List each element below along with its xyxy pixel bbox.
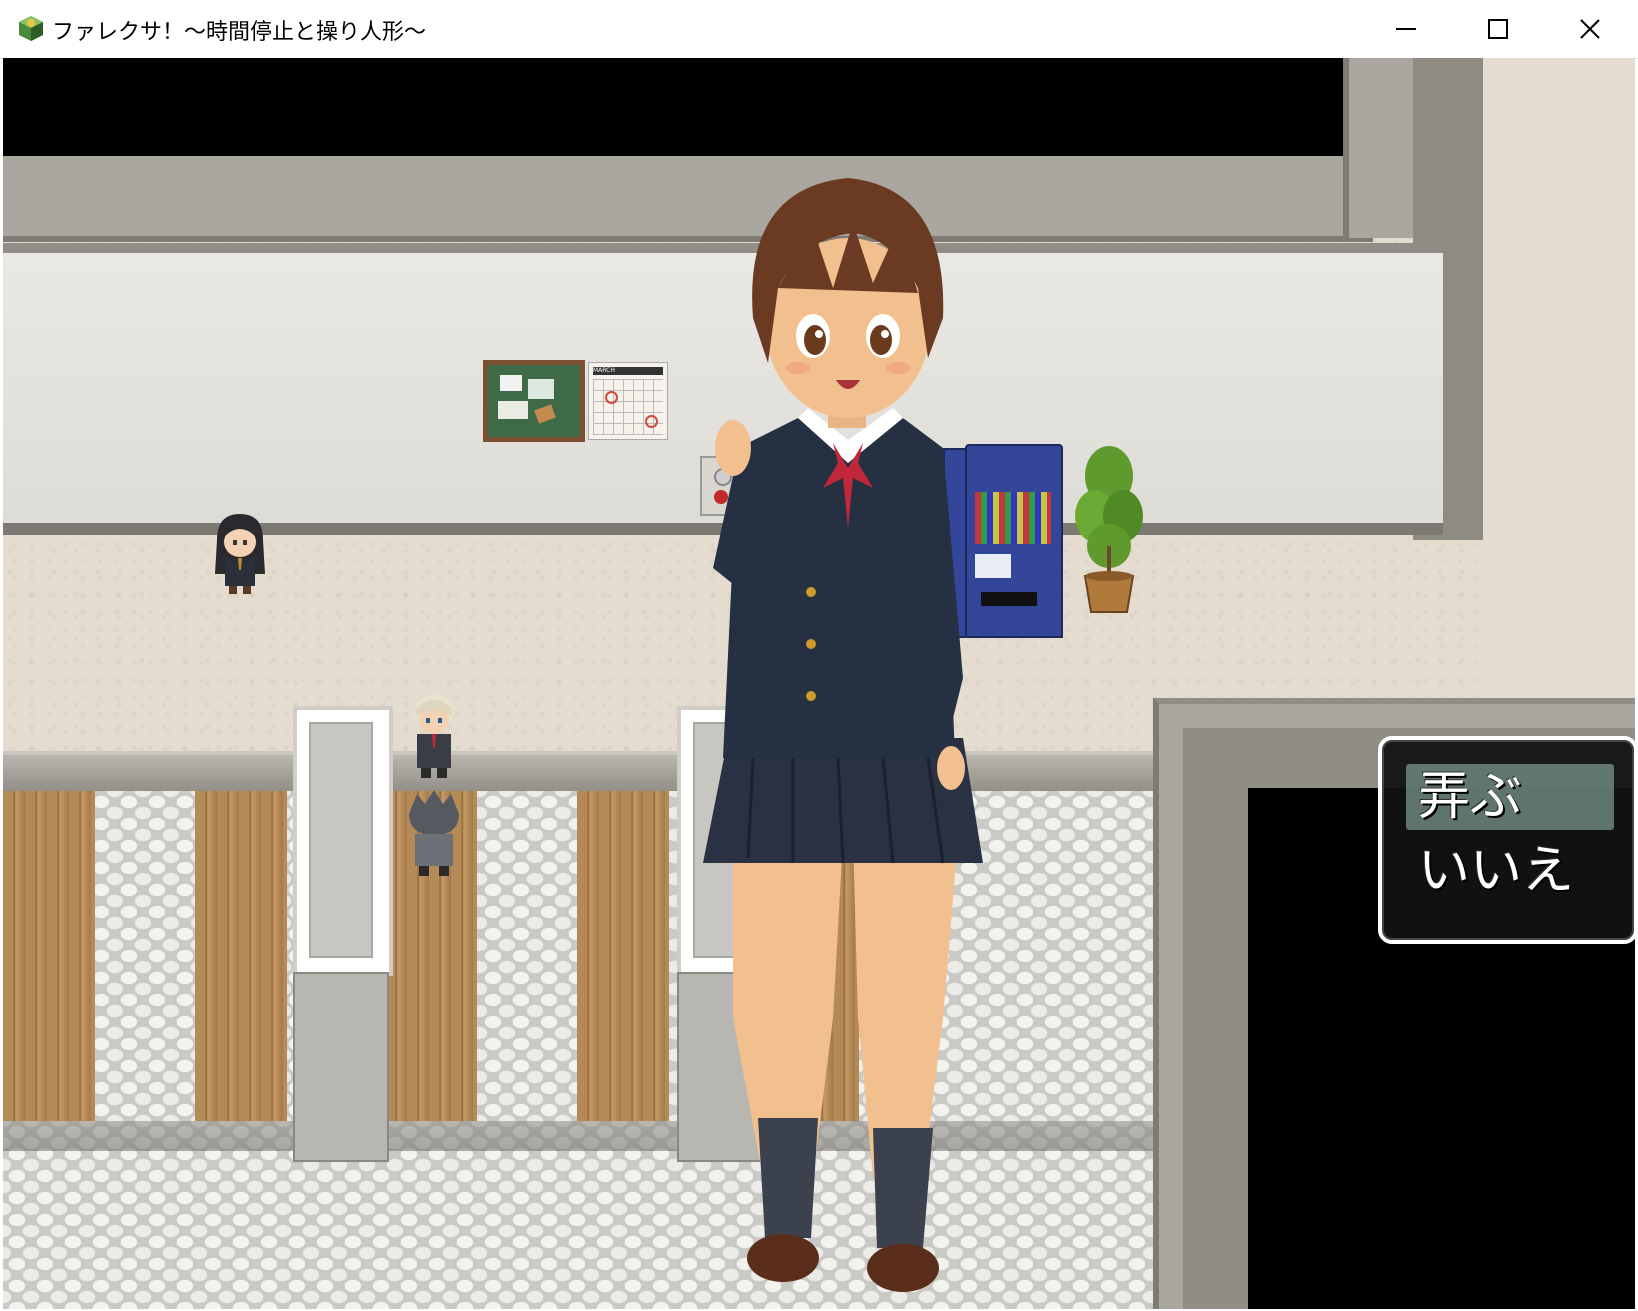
maximize-icon (1488, 19, 1508, 39)
game-app-icon (19, 16, 43, 41)
pillar-1-base (293, 972, 389, 1162)
minimize-button[interactable] (1360, 0, 1452, 58)
player-sprite[interactable] (399, 786, 469, 878)
ceiling-void (3, 58, 1373, 156)
calendar-month: MARCH (593, 367, 663, 375)
window-title: ファレクサ！～時間停止と操り人形～ (52, 20, 427, 45)
wall-calendar: MARCH (588, 362, 668, 440)
bulletin-board (483, 360, 585, 442)
window-titlebar: ファレクサ！～時間停止と操り人形～ (0, 0, 1638, 59)
pillar-1 (293, 706, 393, 976)
upper-wall-trim (3, 156, 1373, 242)
wood-panel-4 (577, 791, 669, 1121)
npc-blond-boy-sprite[interactable] (403, 690, 465, 780)
maximize-button[interactable] (1452, 0, 1544, 58)
wood-panel-2 (195, 791, 287, 1121)
choice-option-play[interactable]: 弄ぶ (1406, 764, 1614, 830)
wood-panel-1 (3, 791, 95, 1121)
minimize-icon (1396, 28, 1416, 30)
game-viewport[interactable]: MARCH 弄ぶ いいえ (3, 58, 1635, 1309)
character-portrait (703, 178, 983, 1292)
choice-option-no[interactable]: いいえ (1406, 838, 1614, 904)
close-button[interactable] (1544, 0, 1636, 58)
right-floor-strip (1483, 58, 1635, 698)
choice-menu: 弄ぶ いいえ (1378, 736, 1635, 944)
close-icon (1580, 19, 1600, 39)
potted-plant (1073, 436, 1145, 626)
right-pillar-top (1343, 58, 1419, 238)
npc-student-girl-sprite[interactable] (209, 510, 271, 596)
